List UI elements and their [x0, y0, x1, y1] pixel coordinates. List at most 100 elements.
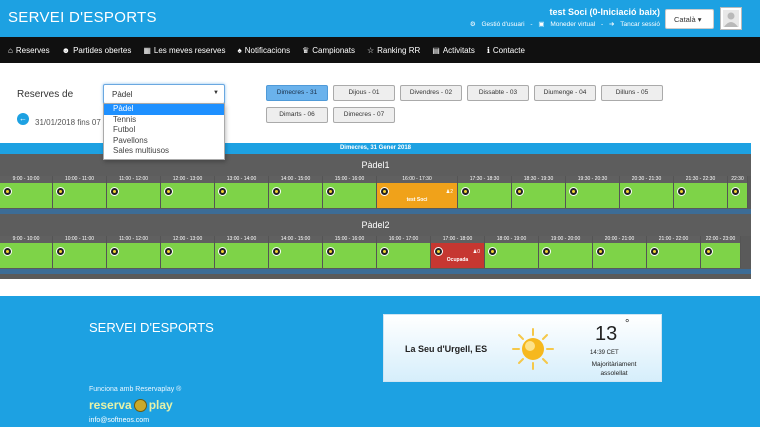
time-slot[interactable]: 12:00 - 13:00: [161, 176, 215, 208]
time-slot[interactable]: 21:00 - 22:00: [647, 236, 701, 268]
day-button[interactable]: Divendres - 02: [400, 85, 462, 101]
sport-option[interactable]: Pavellons: [104, 136, 224, 147]
sport-option[interactable]: Futbol: [104, 125, 224, 136]
booked-slot[interactable]: 17:00 - 18:00 Ocupada ♟0: [431, 236, 485, 268]
booked-slot[interactable]: 16:00 - 17:30 test Soci ♟2: [377, 176, 458, 208]
time-slot[interactable]: 20:00 - 21:00: [593, 236, 647, 268]
brand-title[interactable]: SERVEI D'ESPORTS: [8, 9, 157, 26]
time-slot[interactable]: 10:00 - 11:00: [53, 236, 107, 268]
time-slot[interactable]: 15:00 - 16:00: [323, 236, 377, 268]
time-slot[interactable]: 11:00 - 12:00: [107, 236, 161, 268]
nav-item-notificacions[interactable]: ♠ Notificacions: [237, 46, 290, 55]
day-button[interactable]: Dimarts - 06: [266, 107, 328, 123]
sport-dropdown-list: Pàdel Tennis Futbol Pavellons Sales multiuso…: [103, 103, 225, 160]
nav-item-ranking-rr[interactable]: ☆ Ranking RR: [367, 46, 420, 55]
slot-time-label: 10:00 - 11:00: [53, 236, 106, 243]
slot-time-label: 11:00 - 12:00: [107, 176, 160, 183]
nav-item-les-meves-reserves[interactable]: ▦ Les meves reserves: [143, 46, 225, 55]
day-button[interactable]: Dissabte - 03: [467, 85, 529, 101]
time-slot[interactable]: 14:00 - 15:00: [269, 176, 323, 208]
group-icon: ☻: [61, 45, 71, 55]
day-button[interactable]: Dijous - 01: [333, 85, 395, 101]
list-icon: ▤: [432, 45, 440, 55]
slot-time-label: 15:00 - 16:00: [323, 176, 376, 183]
info-icon: ℹ: [486, 45, 490, 55]
nav-item-label: Reserves: [15, 45, 50, 55]
footer: SERVEI D'ESPORTS Funciona amb Reservapla…: [0, 296, 760, 427]
day-button[interactable]: Diumenge - 04: [534, 85, 596, 101]
reserve-ball-icon: [434, 247, 443, 256]
time-slot[interactable]: 16:00 - 17:00: [377, 236, 431, 268]
footer-email-link[interactable]: info@softneos.com: [89, 417, 149, 424]
player-count-value: 2: [450, 189, 453, 195]
reserve-ball-icon: [326, 187, 335, 196]
language-dropdown[interactable]: Català ▾: [665, 9, 714, 29]
reserve-ball-icon: [677, 187, 686, 196]
reserve-ball-icon: [218, 247, 227, 256]
schedule-grid: Dimecres, 31 Gener 2018 Pàdel1 9:00 - 10:…: [0, 143, 751, 279]
day-button[interactable]: Dimecres - 31: [266, 85, 328, 101]
avatar[interactable]: [720, 7, 742, 30]
nav-item-activitats[interactable]: ▤ Activitats: [432, 46, 475, 55]
user-links: ⚙ Gestió d'usuari - ▣ Moneder virtual - …: [462, 20, 660, 28]
reserve-ball-icon: [542, 247, 551, 256]
nav-item-contacte[interactable]: ℹ Contacte: [487, 46, 525, 55]
bell-icon: ♠: [237, 45, 242, 55]
sport-option[interactable]: Pàdel: [104, 104, 224, 115]
nav-item-reserves[interactable]: ⌂ Reserves: [8, 46, 50, 55]
time-slot[interactable]: 14:00 - 15:00: [269, 236, 323, 268]
back-arrow-icon[interactable]: ←: [17, 113, 29, 125]
slot-time-label: 20:30 - 21:30: [620, 176, 673, 183]
nav-item-partides-obertes[interactable]: ☻ Partides obertes: [62, 46, 132, 55]
day-button[interactable]: Dilluns - 05: [601, 85, 663, 101]
day-button[interactable]: Dimecres - 07: [333, 107, 395, 123]
time-slot[interactable]: 9:00 - 10:00: [0, 176, 53, 208]
nav-item-label: Notificacions: [244, 45, 291, 55]
user-settings-link[interactable]: ⚙ Gestió d'usuari: [466, 21, 525, 28]
time-slot[interactable]: 13:00 - 14:00: [215, 176, 269, 208]
time-slot[interactable]: 21:30 - 22:30: [674, 176, 728, 208]
time-slot[interactable]: 9:00 - 10:00: [0, 236, 53, 268]
gear-icon: ⚙: [469, 21, 476, 28]
slot-time-label: 13:00 - 14:00: [215, 176, 268, 183]
time-slot[interactable]: 10:00 - 11:00: [53, 176, 107, 208]
court-title: Pàdel2: [0, 214, 751, 236]
reservaplay-logo[interactable]: reserva play: [89, 398, 173, 413]
booking-label: Ocupada: [446, 257, 469, 263]
time-slot[interactable]: 17:30 - 18:30: [458, 176, 512, 208]
time-slot[interactable]: 13:00 - 14:00: [215, 236, 269, 268]
time-slot[interactable]: 20:30 - 21:30: [620, 176, 674, 208]
reserve-ball-icon: [650, 247, 659, 256]
user-box: test Soci (0-Iniciació baix) ⚙ Gestió d'…: [462, 7, 660, 28]
time-slot[interactable]: 12:00 - 13:00: [161, 236, 215, 268]
time-slot[interactable]: 22:30: [728, 176, 748, 208]
wallet-link[interactable]: - ▣ Moneder virtual: [530, 21, 595, 28]
reserve-ball-icon: [380, 187, 389, 196]
time-slot[interactable]: 11:00 - 12:00: [107, 176, 161, 208]
sport-select[interactable]: Pàdel ▼: [103, 84, 225, 104]
time-slot[interactable]: 19:00 - 20:00: [539, 236, 593, 268]
logout-link[interactable]: - ➔ Tancar sessió: [601, 21, 660, 28]
slot-time-label: 21:00 - 22:00: [647, 236, 700, 243]
time-slot[interactable]: 15:00 - 16:00: [323, 176, 377, 208]
slot-time-label: 14:00 - 15:00: [269, 236, 322, 243]
time-slot[interactable]: 18:00 - 19:00: [485, 236, 539, 268]
nav-item-campionats[interactable]: ♛ Campionats: [302, 46, 355, 55]
sport-option[interactable]: Tennis: [104, 115, 224, 126]
time-slot[interactable]: 22:00 - 23:00: [701, 236, 741, 268]
time-slot[interactable]: 19:30 - 20:30: [566, 176, 620, 208]
reserve-ball-icon: [272, 187, 281, 196]
sport-option[interactable]: Sales multiusos: [104, 146, 224, 157]
horizontal-scrollbar[interactable]: [0, 269, 751, 274]
slot-time-label: 18:00 - 19:00: [485, 236, 538, 243]
reserve-ball-icon: [56, 247, 65, 256]
reserve-ball-icon: [569, 187, 578, 196]
date-range: 31/01/2018 fins 07: [35, 118, 101, 127]
slot-time-label: 14:00 - 15:00: [269, 176, 322, 183]
slot-time-label: 15:00 - 16:00: [323, 236, 376, 243]
slot-time-label: 11:00 - 12:00: [107, 236, 160, 243]
time-slot[interactable]: 18:30 - 19:30: [512, 176, 566, 208]
reserve-ball-icon: [164, 187, 173, 196]
reserve-ball-icon: [326, 247, 335, 256]
wallet-icon: ▣: [538, 21, 545, 28]
